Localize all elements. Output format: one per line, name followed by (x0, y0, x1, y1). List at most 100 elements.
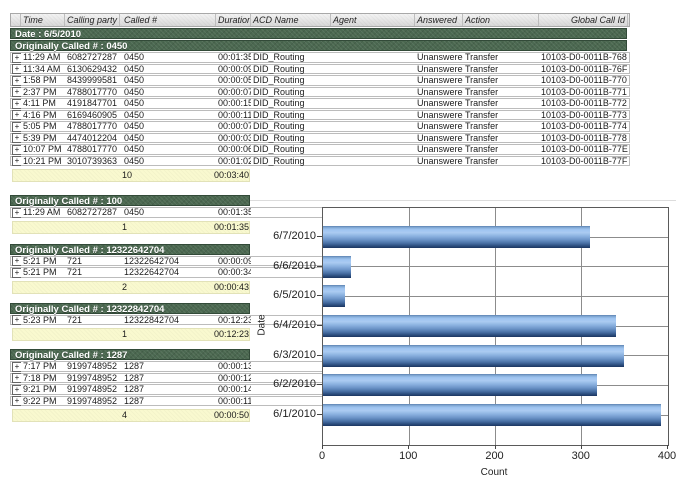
expand-row-button[interactable]: + (12, 315, 21, 325)
calling-party-cell: 9199748952 (65, 384, 120, 394)
expand-row-button[interactable]: + (12, 385, 21, 395)
expand-row-button[interactable]: + (12, 53, 21, 63)
global-call-id-cell: 10103-D0-0011B-773 (539, 110, 628, 120)
summary-count: 2 (118, 282, 214, 293)
y-axis-tick-label: 6/2/2010 (273, 378, 316, 390)
time-cell: 11:34 AM (21, 64, 65, 74)
time-cell: 4:16 PM (21, 110, 65, 120)
column-header: Duration (216, 14, 251, 26)
y-axis-tick (317, 414, 322, 415)
duration-cell: 00:00:07 (216, 121, 251, 131)
bar (323, 374, 597, 396)
bar (323, 345, 624, 367)
global-call-id-cell: 10103-D0-0011B-770 (539, 75, 628, 85)
expand-row-button[interactable]: + (12, 87, 21, 97)
calling-party-cell: 6169460905 (65, 110, 120, 120)
answered-cell: Unanswered (415, 52, 463, 62)
calling-party-cell: 9199748952 (65, 373, 120, 383)
y-axis-tick (317, 384, 322, 385)
y-axis-tick (317, 295, 322, 296)
duration-cell: 00:00:05 (216, 75, 251, 85)
expand-row-button[interactable]: + (12, 373, 21, 383)
called-number-cell: 0450 (120, 98, 216, 108)
acd-name-cell: DID_Routing (251, 110, 331, 120)
expand-cell: + (11, 109, 21, 120)
expand-cell: + (11, 155, 21, 166)
called-number-cell: 12322842704 (120, 315, 216, 325)
y-axis-tick-label: 6/6/2010 (273, 260, 316, 272)
expand-cell: + (11, 86, 21, 97)
global-call-id-cell: 10103-D0-0011B-771 (539, 87, 628, 97)
calling-party-cell: 4788017770 (65, 87, 120, 97)
x-axis-tick (322, 445, 323, 449)
expand-cell: + (11, 207, 21, 218)
time-cell: 5:23 PM (21, 315, 65, 325)
expand-cell: + (11, 267, 21, 278)
calling-party-cell: 6130629432 (65, 64, 120, 74)
expand-row-button[interactable]: + (12, 396, 21, 406)
duration-cell: 00:00:07 (216, 87, 251, 97)
expand-row-button[interactable]: + (12, 268, 21, 278)
time-cell: 5:39 PM (21, 133, 65, 143)
time-cell: 9:21 PM (21, 384, 65, 394)
expand-cell: + (11, 121, 21, 132)
time-cell: 4:11 PM (21, 98, 65, 108)
summary-spacer (13, 282, 118, 293)
duration-cell: 00:00:13 (216, 361, 251, 371)
group-header-row: Originally Called # : 1287 (10, 349, 250, 360)
group-header-row: Originally Called # : 12322642704 (10, 244, 250, 255)
group-summary-row: 100:12:23 (12, 328, 250, 341)
group-header-row: Originally Called # : 12322842704 (10, 303, 250, 314)
bar (323, 256, 351, 278)
expand-row-button[interactable]: + (12, 64, 21, 74)
global-call-id-cell: 10103-D0-0011B-77F (539, 156, 628, 166)
expand-cell: + (11, 361, 21, 372)
duration-cell: 00:00:11 (216, 396, 251, 406)
expand-row-button[interactable]: + (12, 362, 21, 372)
column-header: ACD Name (251, 14, 331, 26)
y-axis-tick-label: 6/4/2010 (273, 319, 316, 331)
called-number-cell: 12322642704 (120, 256, 216, 266)
time-cell: 7:17 PM (21, 361, 65, 371)
x-axis-tick-label: 200 (485, 450, 503, 462)
expand-cell: + (11, 144, 21, 155)
x-axis-tick-label: 400 (658, 450, 676, 462)
expand-row-button[interactable]: + (12, 156, 21, 166)
table-row: +4:16 PM6169460905045000:00:11DID_Routin… (10, 110, 630, 121)
global-call-id-cell: 10103-D0-0011B-76F (539, 64, 628, 74)
calling-party-cell: 4788017770 (65, 144, 120, 154)
duration-cell: 00:00:03 (216, 133, 251, 143)
duration-cell: 00:12:23 (216, 315, 251, 325)
expand-row-button[interactable]: + (12, 110, 21, 120)
expand-row-button[interactable]: + (12, 208, 21, 218)
acd-name-cell: DID_Routing (251, 87, 331, 97)
expand-cell: + (11, 52, 21, 63)
expand-row-button[interactable]: + (12, 122, 21, 132)
group-rows: +11:29 AM6082727287045000:01:35DID_Routi… (10, 52, 630, 182)
expand-row-button[interactable]: + (12, 99, 21, 109)
called-number-cell: 0450 (120, 64, 216, 74)
column-header (11, 14, 21, 26)
time-cell: 10:07 PM (21, 144, 65, 154)
expand-row-button[interactable]: + (12, 76, 21, 86)
time-cell: 5:21 PM (21, 267, 65, 277)
table-row: +5:05 PM4788017770045000:00:07DID_Routin… (10, 121, 630, 132)
column-header: Agent (331, 14, 415, 26)
acd-name-cell: DID_Routing (251, 156, 331, 166)
expand-row-button[interactable]: + (12, 256, 21, 266)
time-cell: 1:58 PM (21, 75, 65, 85)
calling-party-cell: 9199748952 (65, 396, 120, 406)
time-cell: 11:29 AM (21, 207, 65, 217)
called-number-cell: 0450 (120, 144, 216, 154)
called-number-cell: 1287 (120, 373, 216, 383)
answered-cell: Unanswered (415, 156, 463, 166)
expand-row-button[interactable]: + (12, 145, 21, 155)
acd-name-cell: DID_Routing (251, 98, 331, 108)
table-row: +11:34 AM6130629432045000:00:09DID_Routi… (10, 64, 630, 75)
x-axis-tick (581, 445, 582, 449)
expand-cell: + (11, 372, 21, 383)
table-row: +5:39 PM4474012204045000:00:03DID_Routin… (10, 133, 630, 144)
calling-party-cell: 3010739363 (65, 156, 120, 166)
calling-party-cell: 4788017770 (65, 121, 120, 131)
expand-row-button[interactable]: + (12, 133, 21, 143)
